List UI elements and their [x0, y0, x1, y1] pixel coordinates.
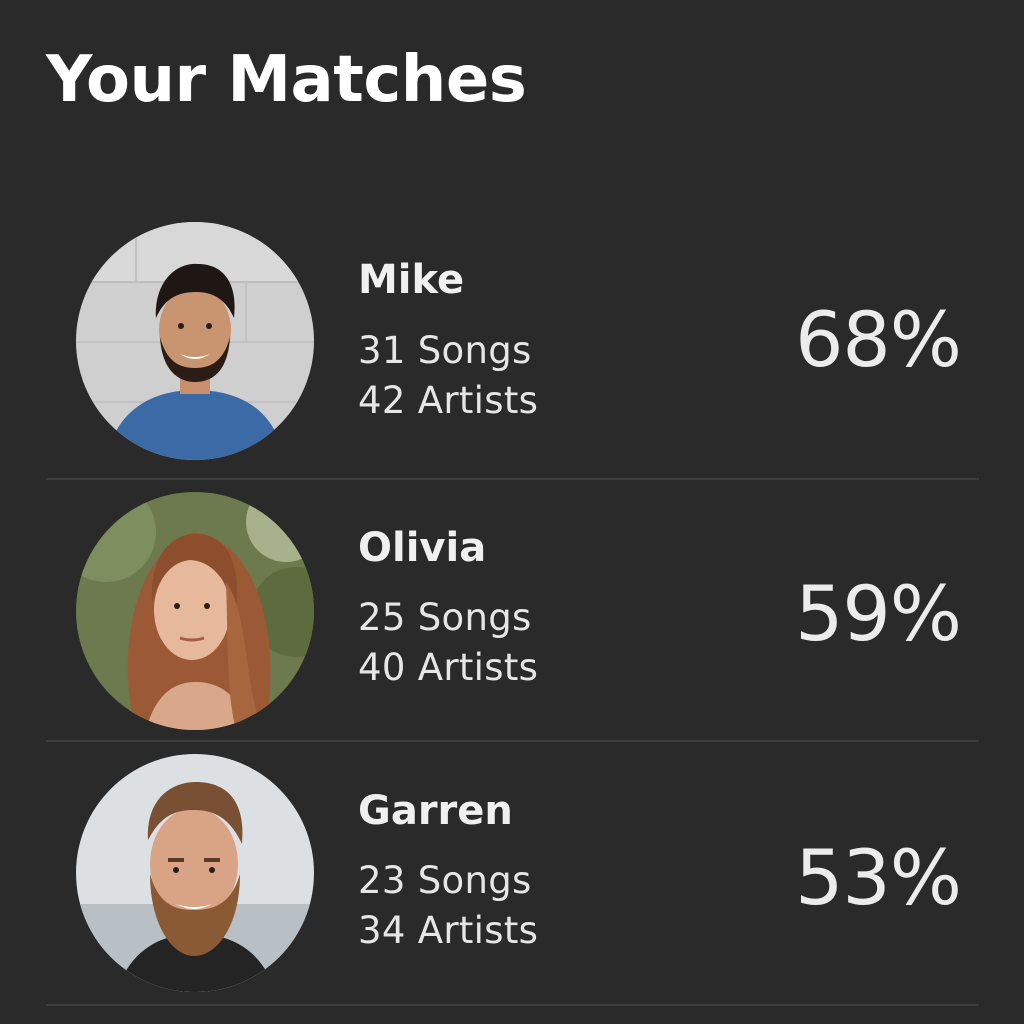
avatar-garren[interactable]	[76, 754, 314, 992]
songs-count: 31 Songs	[358, 329, 532, 372]
page-title: Your Matches	[46, 43, 527, 117]
avatar-olivia[interactable]	[76, 492, 314, 730]
artists-count: 34 Artists	[358, 909, 539, 952]
match-name: Olivia	[358, 525, 487, 571]
match-percent: 59%	[795, 569, 962, 658]
match-row-olivia[interactable]: Olivia 25 Songs 40 Artists 59%	[46, 478, 979, 742]
match-row-garren[interactable]: Garren 23 Songs 34 Artists 53%	[46, 742, 979, 1006]
avatar-photo-olivia	[76, 492, 314, 730]
avatar-photo-garren	[76, 754, 314, 992]
match-name: Garren	[358, 788, 513, 834]
match-percent: 53%	[795, 833, 962, 922]
songs-count: 25 Songs	[358, 596, 532, 639]
avatar-mike[interactable]	[76, 222, 314, 460]
match-percent: 68%	[795, 295, 962, 384]
artists-count: 42 Artists	[358, 379, 539, 422]
match-row-mike[interactable]: Mike 31 Songs 42 Artists 68%	[46, 216, 979, 480]
avatar-photo-mike	[76, 222, 314, 460]
artists-count: 40 Artists	[358, 646, 539, 689]
match-name: Mike	[358, 257, 465, 303]
songs-count: 23 Songs	[358, 859, 532, 902]
